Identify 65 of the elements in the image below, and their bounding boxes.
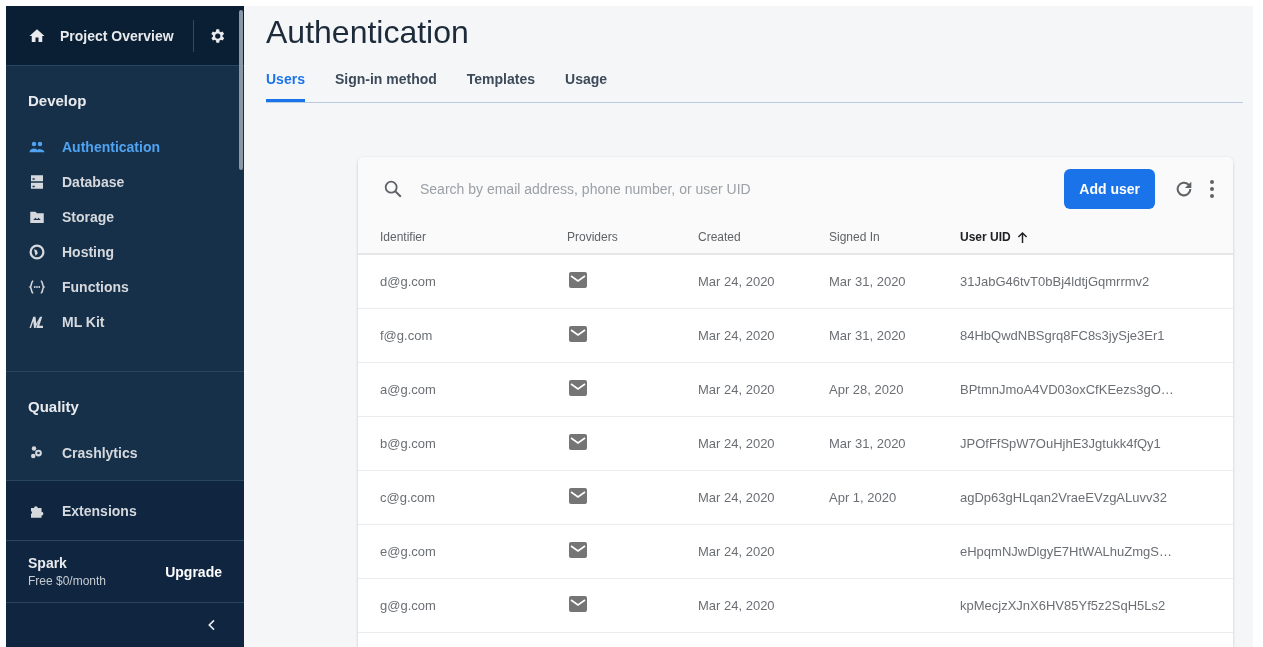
table-cell: 84HbQwdNBSgrq8FC8s3jySje3Er1 xyxy=(960,328,1165,343)
section-heading: Develop xyxy=(27,91,88,111)
envelope-icon xyxy=(569,380,587,396)
page-title: Authentication xyxy=(266,14,470,51)
table-cell: c@g.com xyxy=(380,490,436,505)
table-cell: f@g.com xyxy=(380,328,433,343)
section-heading: Quality xyxy=(27,397,80,417)
table-cell: Mar 24, 2020 xyxy=(698,598,775,613)
database-icon xyxy=(28,172,46,191)
arrow-up-icon[interactable] xyxy=(1016,230,1028,244)
table-cell: Apr 1, 2020 xyxy=(829,490,897,505)
table-cell: Mar 24, 2020 xyxy=(698,490,775,505)
column-header[interactable]: Created xyxy=(698,230,741,244)
table-cell: BPtmnJmoA4VD03oxCfKEezs3gO… xyxy=(960,382,1174,397)
sidebar-item[interactable]: Hosting xyxy=(6,234,244,269)
table-cell: b@g.com xyxy=(380,436,436,451)
column-header[interactable]: Identifier xyxy=(380,230,427,244)
envelope-icon xyxy=(569,434,587,450)
more-icon[interactable] xyxy=(1209,178,1215,200)
column-header[interactable]: Providers xyxy=(567,230,618,244)
envelope-icon xyxy=(569,326,587,342)
envelope-icon xyxy=(569,542,587,558)
brackets-icon xyxy=(28,277,46,296)
search-icon xyxy=(382,178,404,200)
table-cell: JPOfFfSpW7OuHjhE3Jgtukk4fQy1 xyxy=(960,436,1161,451)
sidebar-item[interactable]: Authentication xyxy=(6,129,244,164)
table-cell: Mar 24, 2020 xyxy=(698,382,775,397)
envelope-icon xyxy=(569,272,587,288)
table-cell: e@g.com xyxy=(380,544,436,559)
sidebar-item[interactable]: Storage xyxy=(6,199,244,234)
upgrade-button[interactable]: Upgrade xyxy=(165,559,222,584)
table-cell: Mar 24, 2020 xyxy=(698,274,775,289)
search-field[interactable]: Search by email address, phone number, or user UID xyxy=(418,180,1051,198)
sidebar-item[interactable]: ML Kit xyxy=(6,304,244,339)
scrollbar[interactable] xyxy=(239,10,243,170)
tab[interactable]: Usage xyxy=(565,67,608,102)
table-cell: Mar 24, 2020 xyxy=(698,544,775,559)
sidebar-item[interactable]: Database xyxy=(6,164,244,199)
table-cell: a@g.com xyxy=(380,382,436,397)
sidebar-item[interactable]: Crashlytics xyxy=(6,435,244,470)
table-cell: Mar 24, 2020 xyxy=(698,436,775,451)
column-header[interactable]: Signed In xyxy=(829,230,880,244)
table-cell: Mar 31, 2020 xyxy=(829,436,906,451)
envelope-icon xyxy=(569,596,587,612)
table-cell: Mar 31, 2020 xyxy=(829,274,906,289)
add-user-button[interactable]: Add user xyxy=(1064,169,1155,209)
table-cell: Mar 31, 2020 xyxy=(829,328,906,343)
tab[interactable]: Users xyxy=(266,67,305,102)
table-cell: agDp63gHLqan2VraeEVzgALuvv32 xyxy=(960,490,1167,505)
table-cell: Mar 24, 2020 xyxy=(698,328,775,343)
table-cell: eHpqmNJwDlgyE7HtWALhuZmgS… xyxy=(960,544,1172,559)
table-cell: 31JabG46tvT0bBj4ldtjGqmrrmv2 xyxy=(960,274,1150,289)
plan-name: Spark xyxy=(28,555,68,571)
envelope-icon xyxy=(569,488,587,504)
table-cell: kpMecjzXJnX6HV85Yf5z2SqH5Ls2 xyxy=(960,598,1166,613)
project-overview-link[interactable]: Project Overview xyxy=(60,27,179,44)
tab[interactable]: Sign-in method xyxy=(334,67,437,102)
sidebar-item[interactable]: Functions xyxy=(6,269,244,304)
table-cell: d@g.com xyxy=(380,274,436,289)
plan-price: Free $0/month xyxy=(28,574,108,588)
table-cell: Apr 28, 2020 xyxy=(829,382,904,397)
sidebar-item[interactable]: Extensions xyxy=(6,493,244,528)
tab[interactable]: Templates xyxy=(466,67,536,102)
table-cell: g@g.com xyxy=(380,598,436,613)
column-header[interactable]: User UID xyxy=(960,230,1011,244)
